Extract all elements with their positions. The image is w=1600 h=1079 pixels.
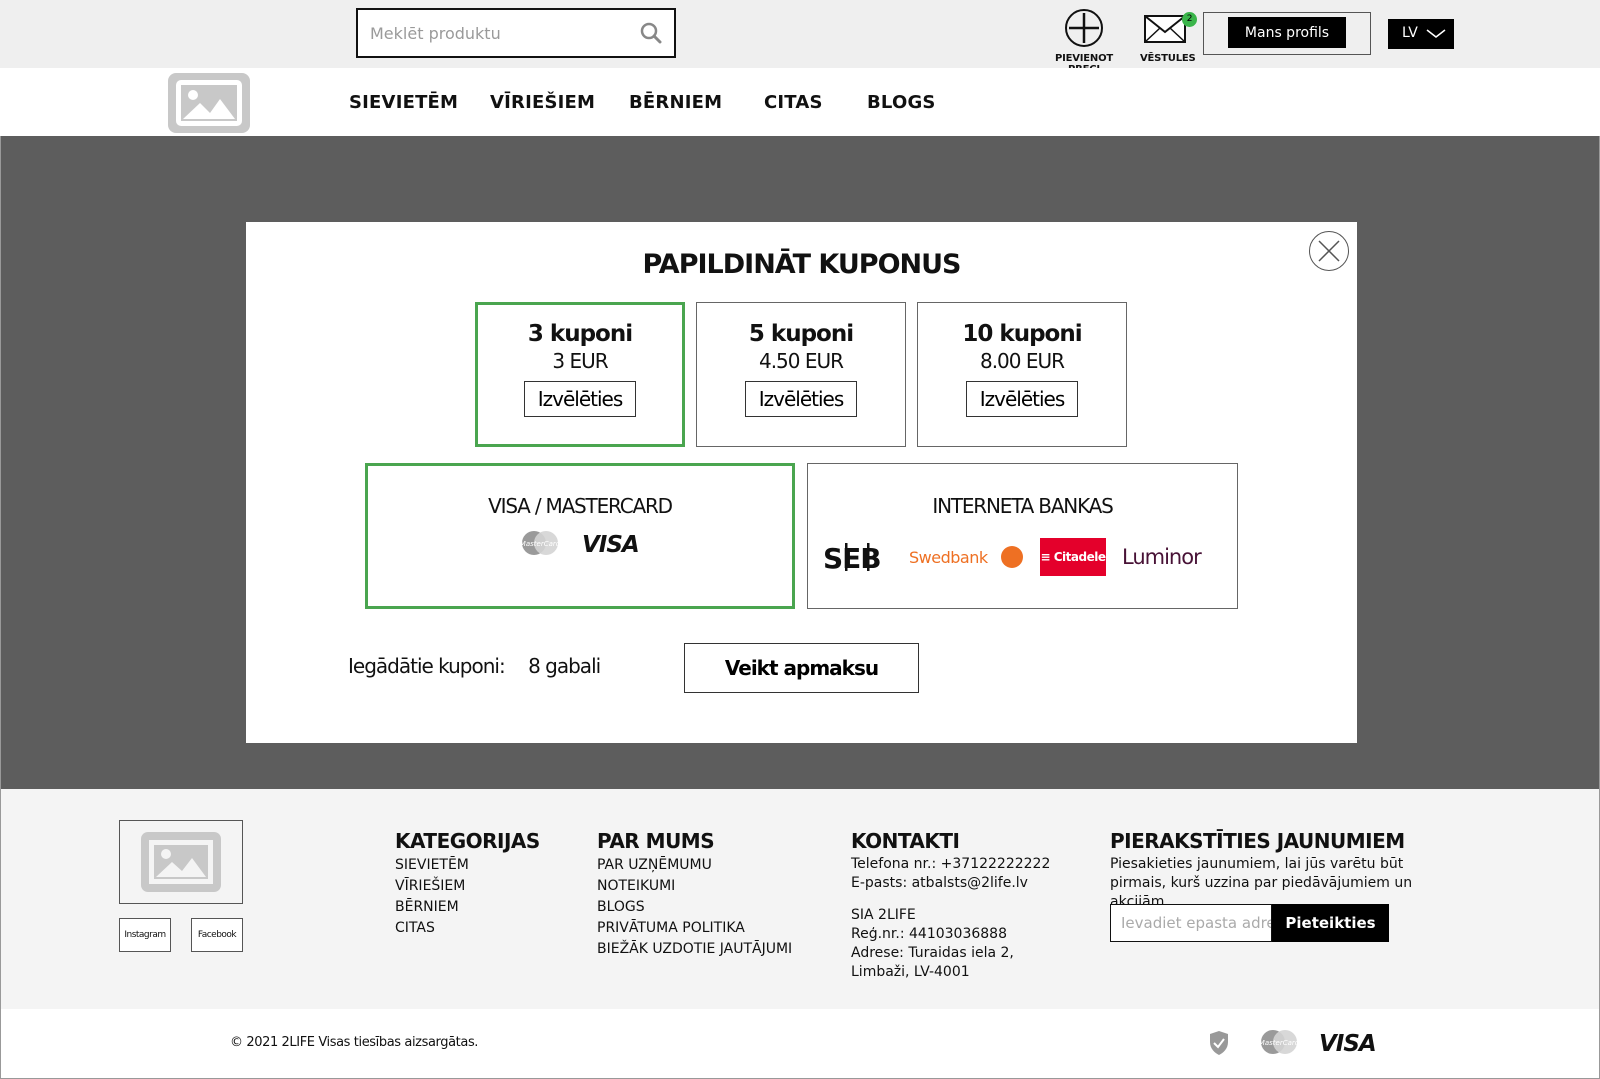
footer-link-women[interactable]: SIEVIETĒM <box>395 855 540 876</box>
messages-button[interactable]: 2 VĒSTULES <box>1140 8 1197 64</box>
swedbank-logo-icon[interactable]: Swedbank <box>909 542 1024 572</box>
footer-categories-title: KATEGORIJAS <box>395 829 540 853</box>
facebook-link[interactable]: Facebook <box>191 918 243 952</box>
site-logo[interactable] <box>168 73 250 133</box>
instagram-link[interactable]: Instagram <box>119 918 171 952</box>
footer-contacts-title: KONTAKTI <box>851 829 960 853</box>
svg-text:VISA: VISA <box>1319 1031 1376 1055</box>
search-icon[interactable] <box>640 22 662 44</box>
payment-option-title: INTERNETA BANKAS <box>932 494 1113 518</box>
citadele-logo-icon[interactable]: ≡ Citadele <box>1040 538 1106 576</box>
nav-men[interactable]: VĪRIEŠIEM <box>490 92 595 113</box>
choose-button[interactable]: Izvēlēties <box>524 381 636 417</box>
purchased-coupons: Iegādātie kuponi: 8 gabali <box>348 654 601 678</box>
svg-text:MasterCard: MasterCard <box>1259 1039 1299 1047</box>
svg-text:VISA: VISA <box>582 532 639 555</box>
svg-text:MasterCard: MasterCard <box>520 540 560 548</box>
envelope-icon <box>1144 15 1186 43</box>
payment-option-internet-bank[interactable]: INTERNETA BANKAS SEB Swedbank ≡ Citadele… <box>807 463 1238 609</box>
search-box[interactable] <box>356 8 676 58</box>
make-payment-button[interactable]: Veikt apmaksu <box>684 643 919 693</box>
footer: Instagram Facebook KATEGORIJAS SIEVIETĒM… <box>0 789 1600 1009</box>
svg-text:Luminor: Luminor <box>1122 545 1202 569</box>
package-price: 8.00 EUR <box>979 349 1065 373</box>
image-placeholder-icon <box>176 80 242 126</box>
coupon-package-10[interactable]: 10 kuponi 8.00 EUR Izvēlēties <box>917 302 1127 447</box>
newsletter-subscribe-button[interactable]: Pieteikties <box>1272 904 1389 942</box>
mastercard-logo-icon: MasterCard <box>1259 1030 1299 1054</box>
chevron-down-icon <box>1426 29 1446 38</box>
package-quantity: 5 kuponi <box>748 321 854 347</box>
choose-button[interactable]: Izvēlēties <box>745 381 857 417</box>
nav-children[interactable]: BĒRNIEM <box>629 92 722 113</box>
footer-link-men[interactable]: VĪRIEŠIEM <box>395 876 540 897</box>
coupon-package-3[interactable]: 3 kuponi 3 EUR Izvēlēties <box>475 302 685 447</box>
package-quantity: 3 kuponi <box>527 321 633 347</box>
copyright-text: © 2021 2LIFE Visas tiesības aizsargātas. <box>230 1035 479 1050</box>
profile-container: Mans profils <box>1203 12 1371 55</box>
top-bar: PIEVIENOT PRECI 2 VĒSTULES Mans profils … <box>0 0 1600 75</box>
footer-link-faq[interactable]: BIEŽĀK UZDOTIE JAUTĀJUMI <box>597 939 792 960</box>
company-address-line-1: Adrese: Turaidas iela 2, <box>851 945 1014 961</box>
messages-count-badge: 2 <box>1182 12 1197 27</box>
footer-link-privacy[interactable]: PRIVĀTUMA POLITIKA <box>597 918 792 939</box>
nav-women[interactable]: SIEVIETĒM <box>349 92 458 113</box>
messages-label: VĒSTULES <box>1140 53 1196 64</box>
payment-option-card[interactable]: VISA / MASTERCARD MasterCard VISA <box>365 463 795 609</box>
newsletter-email-input[interactable] <box>1110 904 1272 942</box>
search-input[interactable] <box>370 20 620 46</box>
visa-logo-icon: VISA <box>582 532 640 555</box>
package-price: 4.50 EUR <box>758 349 844 373</box>
svg-text:Swedbank: Swedbank <box>909 548 989 567</box>
seb-logo-icon[interactable]: SEB <box>823 539 893 575</box>
top-up-coupons-modal: PAPILDINĀT KUPONUS 3 kuponi 3 EUR Izvēlē… <box>246 222 1357 743</box>
add-product-button[interactable]: PIEVIENOT PRECI <box>1040 8 1128 75</box>
choose-button[interactable]: Izvēlēties <box>966 381 1078 417</box>
modal-overlay[interactable]: PAPILDINĀT KUPONUS 3 kuponi 3 EUR Izvēlē… <box>0 136 1600 789</box>
company-reg-number: Reģ.nr.: 44103036888 <box>851 926 1007 942</box>
nav-blog[interactable]: BLOGS <box>867 92 936 113</box>
footer-categories: KATEGORIJAS SIEVIETĒM VĪRIEŠIEM BĒRNIEM … <box>395 829 540 939</box>
newsletter-title: PIERAKSTĪTIES JAUNUMIEM <box>1110 829 1405 853</box>
main-nav: SIEVIETĒM VĪRIEŠIEM BĒRNIEM CITAS BLOGS <box>0 68 1600 136</box>
modal-title: PAPILDINĀT KUPONUS <box>642 249 962 280</box>
footer-bottom-bar: © 2021 2LIFE Visas tiesības aizsargātas.… <box>0 1009 1600 1079</box>
footer-about: PAR MUMS PAR UZŅĒMUMU NOTEIKUMI BLOGS PR… <box>597 829 792 960</box>
contact-email: E-pasts: atbalsts@2life.lv <box>851 875 1028 891</box>
footer-link-about-company[interactable]: PAR UZŅĒMUMU <box>597 855 792 876</box>
svg-text:SEB: SEB <box>823 542 881 575</box>
footer-link-blog[interactable]: BLOGS <box>597 897 792 918</box>
footer-about-title: PAR MUMS <box>597 829 715 853</box>
contact-phone: Telefona nr.: +37122222222 <box>851 856 1051 872</box>
purchased-coupons-label: Iegādātie kuponi: <box>348 654 506 678</box>
purchased-coupons-value: 8 gabali <box>528 654 601 678</box>
mastercard-logo-icon: MasterCard <box>520 531 560 555</box>
footer-contacts: KONTAKTI Telefona nr.: +37122222222 E-pa… <box>851 829 1050 982</box>
language-value: LV <box>1402 25 1418 41</box>
company-address-line-2: Limbaži, LV-4001 <box>851 964 970 980</box>
package-quantity: 10 kuponi <box>962 321 1082 347</box>
payment-option-title: VISA / MASTERCARD <box>488 494 673 518</box>
package-price: 3 EUR <box>552 349 608 373</box>
company-name: SIA 2LIFE <box>851 907 916 923</box>
footer-link-terms[interactable]: NOTEIKUMI <box>597 876 792 897</box>
language-select[interactable]: LV <box>1388 19 1454 49</box>
nav-other[interactable]: CITAS <box>764 92 823 113</box>
footer-newsletter: PIERAKSTĪTIES JAUNUMIEM Piesakieties jau… <box>1110 829 1450 912</box>
footer-logo[interactable] <box>119 820 243 904</box>
shield-check-icon <box>1210 1031 1228 1055</box>
luminor-logo-icon[interactable]: Luminor <box>1122 542 1222 572</box>
image-placeholder-icon <box>141 832 221 892</box>
my-profile-button[interactable]: Mans profils <box>1228 17 1346 48</box>
plus-circle-icon <box>1065 9 1103 47</box>
coupon-package-5[interactable]: 5 kuponi 4.50 EUR Izvēlēties <box>696 302 906 447</box>
footer-link-children[interactable]: BĒRNIEM <box>395 897 540 918</box>
footer-link-other[interactable]: CITAS <box>395 918 540 939</box>
visa-logo-icon: VISA <box>1319 1031 1377 1055</box>
